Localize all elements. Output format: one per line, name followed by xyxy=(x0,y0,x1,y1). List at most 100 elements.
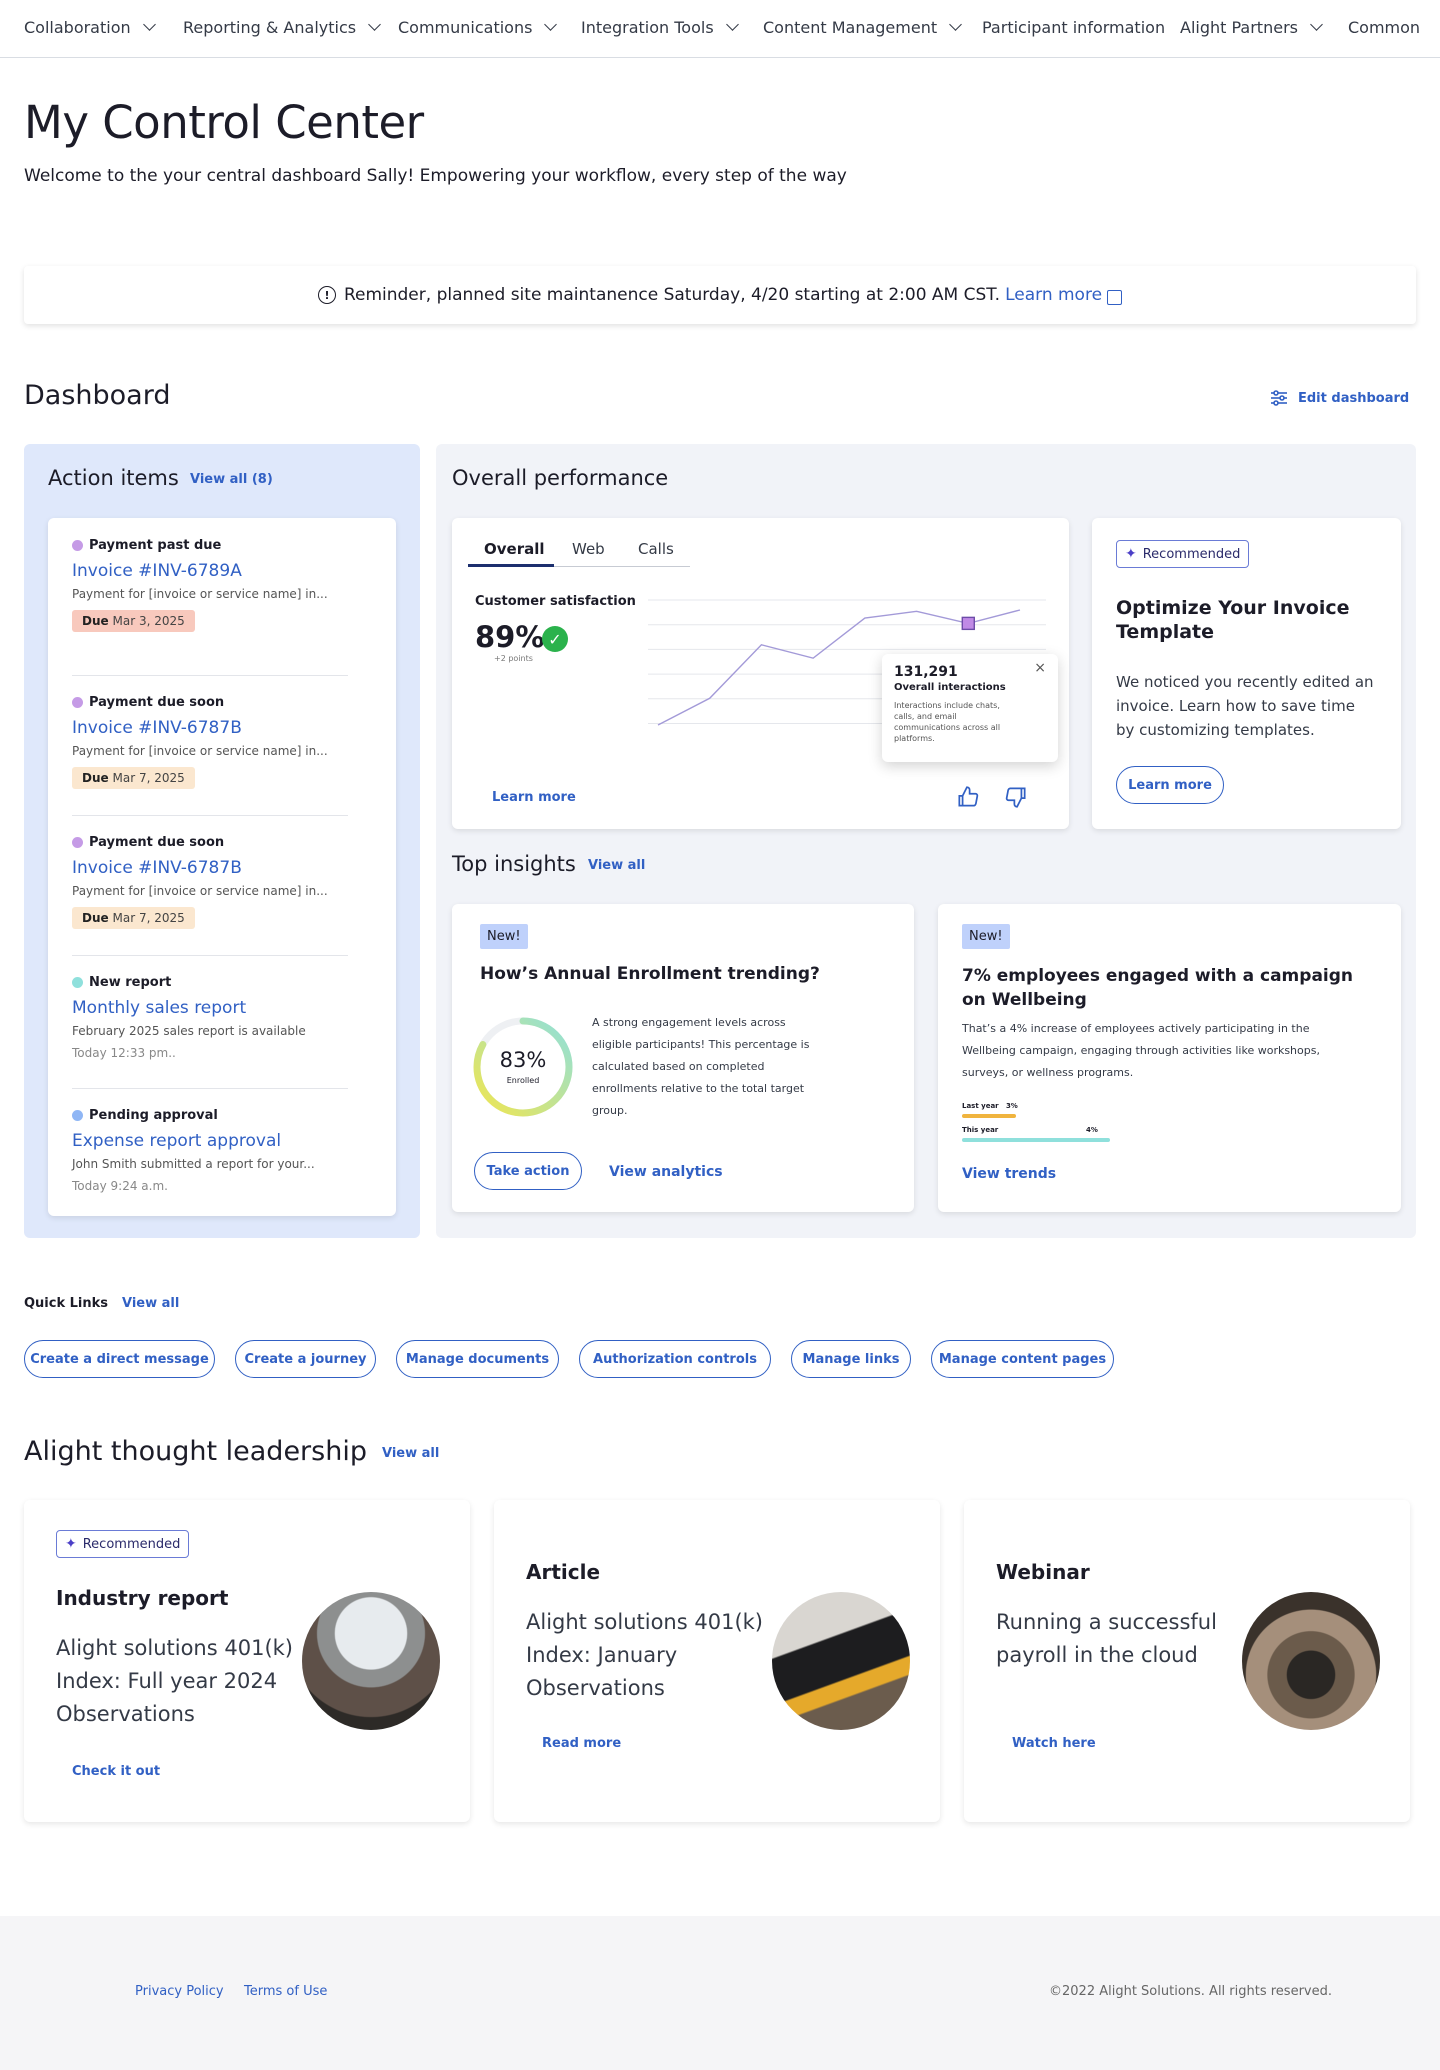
chart-highlight-point xyxy=(961,616,975,631)
nav-item-content-management[interactable]: Content Management xyxy=(763,18,962,37)
action-items-view-all-link[interactable]: View all (8) xyxy=(190,472,273,487)
insight-body: That’s a 4% increase of employees active… xyxy=(962,1022,1320,1079)
privacy-policy-link[interactable]: Privacy Policy xyxy=(135,1984,224,1999)
sparkle-icon: ✦ xyxy=(1125,546,1137,562)
quick-link-manage-links[interactable]: Manage links xyxy=(791,1340,911,1378)
maintenance-banner: ! Reminder, planned site maintanence Sat… xyxy=(24,266,1416,324)
active-tab-indicator xyxy=(468,564,554,567)
chevron-down-icon xyxy=(368,18,381,31)
check-circle-icon: ✓ xyxy=(542,626,568,652)
quick-links-view-all-link[interactable]: View all xyxy=(122,1296,179,1311)
webinar-photo xyxy=(1242,1592,1380,1730)
performance-title: Overall performance xyxy=(452,466,669,490)
card-body: Alight solutions 401(k) Index: Full year… xyxy=(56,1636,293,1726)
quick-link-create-journey[interactable]: Create a journey xyxy=(235,1340,376,1378)
insight-title: 7% employees engaged with a campaign on … xyxy=(962,966,1354,1010)
watch-here-link[interactable]: Watch here xyxy=(1012,1736,1096,1751)
card-body: Running a successful payroll in the clou… xyxy=(996,1610,1217,1667)
enrollment-percent: 83% xyxy=(499,1048,547,1072)
footer: Privacy Policy Terms of Use ©2022 Alight… xyxy=(0,1916,1440,2070)
insight-title: How’s Annual Enrollment trending? xyxy=(480,964,820,984)
quick-link-authorization-controls[interactable]: Authorization controls xyxy=(579,1340,771,1378)
recommended-learn-more-button[interactable]: Learn more xyxy=(1116,766,1224,804)
quick-link-manage-content-pages[interactable]: Manage content pages xyxy=(931,1340,1114,1378)
nav-item-participant-information[interactable]: Participant information xyxy=(982,18,1165,37)
action-item-title[interactable]: Invoice #INV-6787B xyxy=(72,858,348,878)
view-trends-link[interactable]: View trends xyxy=(962,1166,1056,1182)
chevron-down-icon xyxy=(544,18,558,31)
check-it-out-link[interactable]: Check it out xyxy=(72,1764,160,1779)
insight-card-wellbeing: New! 7% employees engaged with a campaig… xyxy=(938,904,1401,1212)
tab-overall[interactable]: Overall xyxy=(484,540,545,558)
edit-dashboard-button[interactable]: Edit dashboard xyxy=(1270,390,1409,406)
card-type: Article xyxy=(526,1560,601,1584)
insights-title: Top insights xyxy=(452,852,576,876)
card-type: Webinar xyxy=(996,1560,1090,1584)
list-item[interactable]: Pending approval Expense report approval… xyxy=(72,1090,348,1210)
close-icon[interactable]: × xyxy=(1034,660,1046,676)
performance-learn-more-link[interactable]: Learn more xyxy=(492,790,576,805)
list-item[interactable]: Payment past due Invoice #INV-6789A Paym… xyxy=(72,538,348,676)
recommended-card: ✦ Recommended Optimize Your Invoice Templ… xyxy=(1092,518,1401,829)
recommended-badge: ✦ Recommended xyxy=(56,1530,190,1558)
read-more-link[interactable]: Read more xyxy=(542,1736,621,1751)
enrollment-label: Enrolled xyxy=(506,1076,540,1085)
last-year-label: Last year 3% xyxy=(962,1102,1018,1110)
recommended-badge: ✦ Recommended xyxy=(1116,540,1250,568)
page-subtitle: Welcome to the your central dashboard Sa… xyxy=(24,166,847,186)
recommended-body: We noticed you recently edited an invoic… xyxy=(1116,673,1374,739)
quick-link-create-direct-message[interactable]: Create a direct message xyxy=(24,1340,215,1378)
page-title: My Control Center xyxy=(24,96,424,149)
terms-of-use-link[interactable]: Terms of Use xyxy=(244,1984,327,1999)
action-items-panel: Action items View all (8) Payment past d… xyxy=(24,444,420,1238)
take-action-button[interactable]: Take action xyxy=(474,1152,582,1190)
tab-web[interactable]: Web xyxy=(572,540,605,558)
chart-tooltip: 131,291 Overall interactions Interaction… xyxy=(882,654,1058,762)
banner-text: Reminder, planned site maintanence Satur… xyxy=(343,285,1001,305)
nav-item-alight-partners[interactable]: Alight Partners xyxy=(1180,18,1323,37)
action-item-title[interactable]: Invoice #INV-6787B xyxy=(72,718,348,738)
view-analytics-link[interactable]: View analytics xyxy=(609,1164,723,1180)
quick-link-manage-documents[interactable]: Manage documents xyxy=(396,1340,559,1378)
thumbs-down-icon[interactable] xyxy=(1003,784,1029,810)
action-item-title[interactable]: Invoice #INV-6789A xyxy=(72,561,348,581)
thought-leadership-title: Alight thought leadership xyxy=(24,1436,367,1467)
new-badge: New! xyxy=(480,924,528,949)
sparkle-icon: ✦ xyxy=(65,1536,77,1552)
nav-item-collaboration[interactable]: Collaboration xyxy=(24,18,156,37)
insights-view-all-link[interactable]: View all xyxy=(588,858,645,873)
banner-learn-more-link[interactable]: Learn more xyxy=(1005,285,1102,305)
thumbs-up-icon[interactable] xyxy=(955,784,981,810)
nav-item-reporting-analytics[interactable]: Reporting & Analytics xyxy=(183,18,381,37)
nav-item-common[interactable]: Common xyxy=(1348,18,1420,37)
status-dot xyxy=(72,837,83,848)
recommended-title: Optimize Your Invoice Template xyxy=(1116,597,1350,643)
nav-item-communications[interactable]: Communications xyxy=(398,18,558,37)
status-dot xyxy=(72,697,83,708)
card-type: Industry report xyxy=(56,1586,229,1610)
insight-card-enrollment: New! How’s Annual Enrollment trending? 8… xyxy=(452,904,914,1212)
new-badge: New! xyxy=(962,924,1010,949)
top-nav: Collaboration Reporting & Analytics Comm… xyxy=(0,0,1440,58)
thought-leadership-view-all-link[interactable]: View all xyxy=(382,1446,439,1461)
copyright-text: ©2022 Alight Solutions. All rights reser… xyxy=(1049,1984,1332,1999)
chevron-down-icon xyxy=(1310,18,1323,31)
due-badge: Due Mar 3, 2025 xyxy=(72,610,195,632)
due-badge: Due Mar 7, 2025 xyxy=(72,767,195,789)
action-item-title[interactable]: Expense report approval xyxy=(72,1131,348,1151)
status-dot xyxy=(72,540,83,551)
dashboard-title: Dashboard xyxy=(24,380,171,411)
this-year-label: This year xyxy=(962,1126,999,1134)
laptop-photo xyxy=(772,1592,910,1730)
chevron-down-icon xyxy=(142,18,156,31)
timestamp: Today 9:24 a.m. xyxy=(72,1179,168,1193)
list-item[interactable]: Payment due soon Invoice #INV-6787B Paym… xyxy=(72,677,348,816)
nav-item-integration-tools[interactable]: Integration Tools xyxy=(581,18,739,37)
sliders-icon xyxy=(1271,390,1287,406)
list-item[interactable]: Payment due soon Invoice #INV-6787B Paym… xyxy=(72,817,348,956)
due-badge: Due Mar 7, 2025 xyxy=(72,907,195,929)
info-icon: ! xyxy=(317,286,336,304)
list-item[interactable]: New report Monthly sales report February… xyxy=(72,957,348,1089)
tab-calls[interactable]: Calls xyxy=(638,540,674,558)
action-item-title[interactable]: Monthly sales report xyxy=(72,998,348,1018)
